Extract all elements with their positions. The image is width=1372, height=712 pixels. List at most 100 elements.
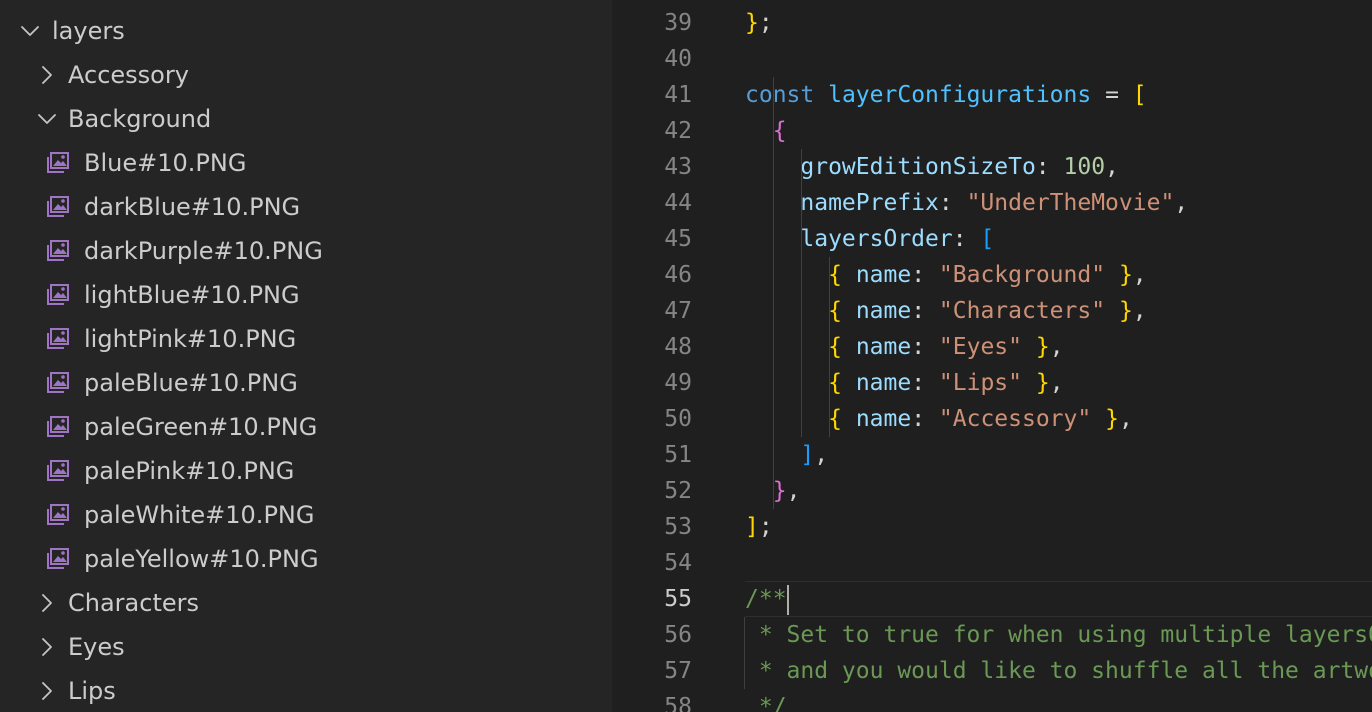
code-token: : xyxy=(911,334,939,360)
code-token: /** xyxy=(745,586,787,612)
file-label: paleYellow#10.PNG xyxy=(84,545,319,573)
chevron-right-icon[interactable] xyxy=(36,592,58,614)
line-code: layersOrder: [ xyxy=(745,221,994,257)
code-line[interactable]: 40 xyxy=(612,41,1372,77)
chevron-right-icon[interactable] xyxy=(36,64,58,86)
code-line[interactable]: 52 }, xyxy=(612,473,1372,509)
line-number: 42 xyxy=(664,118,692,144)
file-label: darkPurple#10.PNG xyxy=(84,237,323,265)
code-line[interactable]: 47 { name: "Characters" }, xyxy=(612,293,1372,329)
line-code: const layerConfigurations = [ xyxy=(745,77,1147,113)
line-number: 46 xyxy=(664,262,692,288)
folder-characters[interactable]: Characters xyxy=(0,581,612,625)
code-token: name xyxy=(855,370,912,396)
file-explorer: layers Accessory Background Blue#10.PNG dark… xyxy=(0,0,612,712)
folder-lips[interactable]: Lips xyxy=(0,669,612,712)
code-line[interactable]: 50 { name: "Accessory" }, xyxy=(612,401,1372,437)
folder-label: Background xyxy=(68,105,212,133)
code-token: } xyxy=(1035,334,1050,360)
chevron-right-icon[interactable] xyxy=(36,636,58,658)
code-token: : xyxy=(938,190,967,216)
code-token: namePrefix xyxy=(800,190,939,216)
code-token: [ xyxy=(1132,82,1147,108)
file-item[interactable]: darkPurple#10.PNG xyxy=(0,229,612,273)
chevron-right-icon[interactable] xyxy=(36,680,58,702)
code-token: : xyxy=(911,406,939,432)
line-code: { xyxy=(745,113,787,149)
code-token: { xyxy=(828,370,842,396)
line-code: namePrefix: "UnderTheMovie", xyxy=(745,185,1188,221)
code-token: } xyxy=(1118,262,1133,288)
code-line[interactable]: 55 /** xyxy=(612,581,1372,617)
code-token: 100 xyxy=(1063,154,1106,180)
code-line[interactable]: 42 { xyxy=(612,113,1372,149)
code-token: , xyxy=(814,442,829,468)
indent-guide xyxy=(773,77,774,509)
code-line[interactable]: 45 layersOrder: [ xyxy=(612,221,1372,257)
code-line[interactable]: 54 xyxy=(612,545,1372,581)
code-token: { xyxy=(772,118,787,144)
code-token: { xyxy=(828,262,842,288)
code-line[interactable]: 39}; xyxy=(612,5,1372,41)
code-line[interactable]: 51 ], xyxy=(612,437,1372,473)
code-token: ] xyxy=(800,442,815,468)
code-token: ; xyxy=(758,514,773,540)
folder-layers[interactable]: layers xyxy=(0,9,612,53)
code-line[interactable]: 58 */ xyxy=(612,689,1372,712)
file-item[interactable]: lightBlue#10.PNG xyxy=(0,273,612,317)
file-item[interactable]: paleGreen#10.PNG xyxy=(0,405,612,449)
code-token: , xyxy=(1132,262,1147,288)
code-line[interactable]: 44 namePrefix: "UnderTheMovie", xyxy=(612,185,1372,221)
code-line[interactable]: 48 { name: "Eyes" }, xyxy=(612,329,1372,365)
line-code: * and you would like to shuffle all the … xyxy=(745,653,1372,689)
file-item[interactable]: darkBlue#10.PNG xyxy=(0,185,612,229)
folder-label: Eyes xyxy=(68,633,125,661)
line-number: 44 xyxy=(664,190,692,216)
code-token: : xyxy=(911,262,939,288)
file-item[interactable]: Blue#10.PNG xyxy=(0,141,612,185)
code-line[interactable]: 57 * and you would like to shuffle all t… xyxy=(612,653,1372,689)
folder-label: Lips xyxy=(68,677,116,705)
code-token: "Characters" xyxy=(938,298,1106,324)
code-token: layersOrder xyxy=(800,226,953,252)
file-item[interactable]: paleYellow#10.PNG xyxy=(0,537,612,581)
code-token: "UnderTheMovie" xyxy=(966,190,1175,216)
code-token: : xyxy=(911,298,939,324)
text-cursor xyxy=(786,584,789,615)
line-number: 40 xyxy=(664,46,692,72)
folder-eyes[interactable]: Eyes xyxy=(0,625,612,669)
code-line[interactable]: 49 { name: "Lips" }, xyxy=(612,365,1372,401)
code-token: , xyxy=(1049,370,1064,396)
folder-background[interactable]: Background xyxy=(0,97,612,141)
indent-guide xyxy=(801,149,802,437)
code-line[interactable]: 43 growEditionSizeTo: 100, xyxy=(612,149,1372,185)
chevron-down-icon[interactable] xyxy=(19,20,41,42)
code-token: } xyxy=(1118,298,1133,324)
file-item[interactable]: paleWhite#10.PNG xyxy=(0,493,612,537)
code-line[interactable]: 46 { name: "Background" }, xyxy=(612,257,1372,293)
chevron-down-icon[interactable] xyxy=(36,108,58,130)
code-line[interactable]: 56 * Set to true for when using multiple… xyxy=(612,617,1372,653)
folder-accessory[interactable]: Accessory xyxy=(0,53,612,97)
line-code: ], xyxy=(745,437,828,473)
line-code: { name: "Accessory" }, xyxy=(745,401,1133,437)
file-item[interactable]: paleBlue#10.PNG xyxy=(0,361,612,405)
line-number: 43 xyxy=(664,154,692,180)
code-editor[interactable]: 39}; 40 41 const layerConfigurations = [42 … xyxy=(612,0,1372,712)
image-file-icon xyxy=(47,371,71,395)
code-line[interactable]: 41 const layerConfigurations = [ xyxy=(612,77,1372,113)
file-label: paleBlue#10.PNG xyxy=(84,369,298,397)
file-item[interactable]: palePink#10.PNG xyxy=(0,449,612,493)
code-token: "Eyes" xyxy=(938,334,1022,360)
image-file-icon xyxy=(47,195,71,219)
folder-label: Accessory xyxy=(68,61,189,89)
file-item[interactable]: lightPink#10.PNG xyxy=(0,317,612,361)
image-file-icon xyxy=(47,459,71,483)
code-line[interactable]: 53]; xyxy=(612,509,1372,545)
code-token: const xyxy=(745,82,815,108)
